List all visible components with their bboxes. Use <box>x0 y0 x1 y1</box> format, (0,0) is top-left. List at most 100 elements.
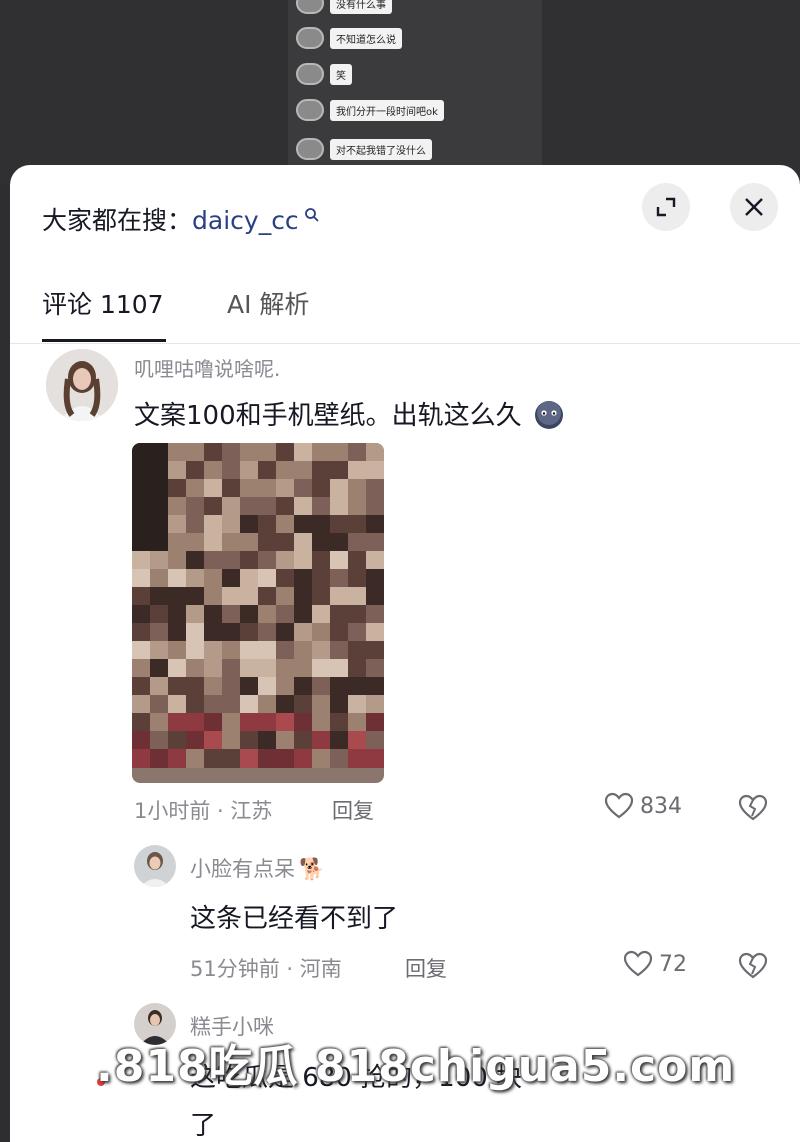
close-button[interactable] <box>730 183 778 231</box>
mosaic-pixel <box>348 713 367 732</box>
mosaic-pixel <box>276 515 295 534</box>
mosaic-pixel <box>150 497 169 516</box>
mosaic-pixel <box>258 713 277 732</box>
mosaic-pixel <box>132 587 151 606</box>
comment-image[interactable] <box>132 443 384 783</box>
chat-avatar <box>296 99 324 121</box>
broken-heart-icon <box>738 952 768 979</box>
like-button[interactable]: 834 <box>604 792 682 820</box>
mosaic-pixel <box>276 479 295 498</box>
tab-comments[interactable]: 评论 1107 <box>42 285 164 321</box>
mosaic-pixel <box>330 677 349 696</box>
mosaic-pixel <box>258 515 277 534</box>
mosaic-pixel <box>348 461 367 480</box>
comment-username[interactable]: 小脸有点呆 🐕 <box>190 853 325 883</box>
heart-icon <box>604 792 634 819</box>
mosaic-pixel <box>186 605 205 624</box>
avatar[interactable] <box>46 349 118 421</box>
mosaic-pixel <box>240 731 259 750</box>
mosaic-pixel <box>348 515 367 534</box>
mosaic-pixel <box>276 569 295 588</box>
like-count: 72 <box>659 951 687 977</box>
mosaic-pixel <box>150 569 169 588</box>
mosaic-pixel <box>240 695 259 714</box>
mosaic-pixel <box>186 569 205 588</box>
mosaic-pixel <box>150 731 169 750</box>
mosaic-pixel <box>204 749 223 768</box>
chat-bubble: 笑 <box>330 63 352 85</box>
mosaic-pixel <box>294 713 313 732</box>
mosaic-pixel <box>330 515 349 534</box>
mosaic-pixel <box>258 497 277 516</box>
mosaic-pixel <box>294 461 313 480</box>
mosaic-pixel <box>204 569 223 588</box>
chat-row: 我们分开一段时间吧ok <box>296 97 444 123</box>
mosaic-pixel <box>366 677 384 696</box>
mosaic-pixel <box>150 677 169 696</box>
search-suggestion[interactable]: 大家都在搜：daicy_cc <box>42 201 320 237</box>
mosaic-pixel <box>186 713 205 732</box>
mosaic-pixel <box>258 479 277 498</box>
mosaic-pixel <box>222 551 241 570</box>
chat-avatar <box>296 63 324 85</box>
mosaic-pixel <box>258 623 277 642</box>
mosaic-pixel <box>330 587 349 606</box>
mosaic-pixel <box>294 551 313 570</box>
username-text: 小脸有点呆 <box>190 857 295 881</box>
avatar[interactable] <box>134 845 176 887</box>
mosaic-pixel <box>168 587 187 606</box>
mosaic-pixel <box>294 731 313 750</box>
expand-button[interactable] <box>642 183 690 231</box>
mosaic-pixel <box>132 605 151 624</box>
reply-button[interactable]: 回复 <box>405 953 447 983</box>
mosaic-pixel <box>222 479 241 498</box>
mosaic-pixel <box>186 749 205 768</box>
mosaic-pixel <box>150 461 169 480</box>
mosaic-pixel <box>186 695 205 714</box>
mosaic-pixel <box>150 587 169 606</box>
mosaic-pixel <box>366 497 384 516</box>
mosaic-pixel <box>186 443 205 462</box>
dislike-button[interactable] <box>738 794 768 826</box>
mosaic-pixel <box>312 443 331 462</box>
mosaic-pixel <box>168 695 187 714</box>
mosaic-pixel <box>330 461 349 480</box>
mosaic-pixel <box>366 551 384 570</box>
mosaic-pixel <box>240 623 259 642</box>
comment-username[interactable]: 叽哩咕噜说啥呢. <box>134 353 280 382</box>
mosaic-pixel <box>312 461 331 480</box>
mosaic-pixel <box>258 551 277 570</box>
mosaic-pixel <box>330 659 349 678</box>
mosaic-pixel <box>312 497 331 516</box>
mosaic-pixel <box>222 731 241 750</box>
mosaic-pixel <box>294 659 313 678</box>
search-keyword[interactable]: daicy_cc <box>192 206 299 235</box>
mosaic-pixel <box>258 677 277 696</box>
mosaic-pixel <box>150 533 169 552</box>
mosaic-pixel <box>186 551 205 570</box>
tab-ai-analysis[interactable]: AI 解析 <box>227 285 309 321</box>
mosaic-pixel <box>312 605 331 624</box>
reply-button[interactable]: 回复 <box>332 795 374 825</box>
mosaic-pixel <box>240 479 259 498</box>
like-button[interactable]: 72 <box>623 950 687 978</box>
mosaic-pixel <box>150 551 169 570</box>
mosaic-pixel <box>330 497 349 516</box>
mosaic-pixel <box>186 533 205 552</box>
mosaic-pixel <box>204 461 223 480</box>
mosaic-pixel <box>276 551 295 570</box>
active-tab-indicator <box>42 339 166 342</box>
mosaic-pixel <box>276 641 295 660</box>
mosaic-pixel <box>240 641 259 660</box>
watermark: .818吃瓜 818chigua5.com <box>96 1041 736 1092</box>
mosaic-pixel <box>294 677 313 696</box>
mosaic-pixel <box>186 731 205 750</box>
dislike-button[interactable] <box>738 952 768 984</box>
mosaic-pixel <box>312 533 331 552</box>
mosaic-pixel <box>222 677 241 696</box>
mosaic-pixel <box>132 551 151 570</box>
mosaic-pixel <box>204 533 223 552</box>
mosaic-pixel <box>348 749 367 768</box>
mosaic-pixel <box>294 497 313 516</box>
mosaic-pixel <box>330 731 349 750</box>
